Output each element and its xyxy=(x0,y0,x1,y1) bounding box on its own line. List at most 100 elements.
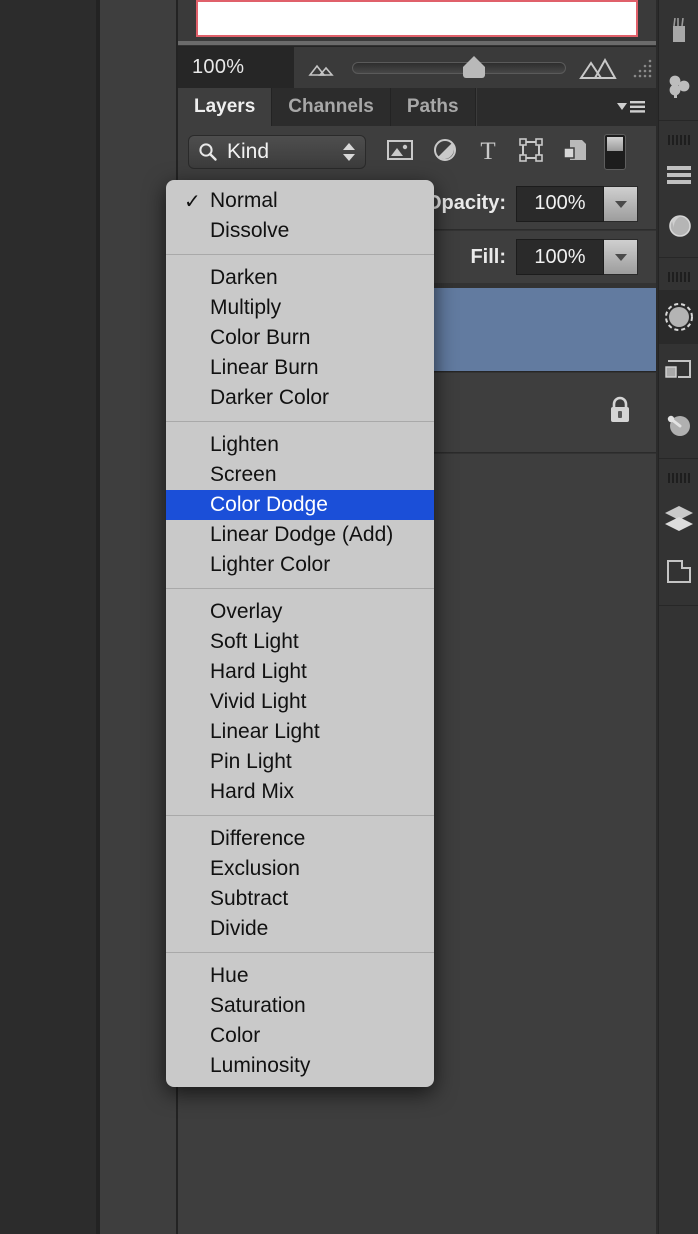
menu-item-label: Color Burn xyxy=(210,326,311,349)
filter-enable-toggle[interactable] xyxy=(604,134,626,170)
menu-item-label: Multiply xyxy=(210,296,282,319)
menu-item-darker-color[interactable]: Darker Color xyxy=(166,383,434,413)
search-icon xyxy=(199,143,217,161)
tab-layers[interactable]: Layers xyxy=(178,88,273,126)
menu-item-multiply[interactable]: Multiply xyxy=(166,293,434,323)
navigator-thumbnail[interactable] xyxy=(196,0,638,37)
menu-item-color[interactable]: Color xyxy=(166,1021,434,1051)
fill-label: Fill: xyxy=(470,245,506,268)
menu-item-luminosity[interactable]: Luminosity xyxy=(166,1051,434,1081)
navigator-zoom-bar: 100% xyxy=(178,46,656,88)
menu-item-label: Linear Dodge (Add) xyxy=(210,523,394,546)
menu-section-5: Hue Saturation Color Luminosity xyxy=(166,952,434,1081)
tab-channels[interactable]: Channels xyxy=(272,88,391,126)
menu-item-difference[interactable]: Difference xyxy=(166,824,434,854)
menu-item-soft-light[interactable]: Soft Light xyxy=(166,627,434,657)
masks-icon[interactable] xyxy=(659,290,698,344)
filter-pixel-layers-icon[interactable] xyxy=(386,138,414,167)
check-icon: ✓ xyxy=(184,190,201,213)
menu-item-label: Saturation xyxy=(210,994,306,1017)
brush-presets-icon[interactable] xyxy=(659,6,698,60)
filter-shape-layers-icon[interactable] xyxy=(518,137,544,168)
menu-item-color-dodge[interactable]: Color Dodge xyxy=(166,490,434,520)
lock-icon[interactable] xyxy=(606,394,634,431)
menu-section-3: Overlay Soft Light Hard Light Vivid Light Li… xyxy=(166,588,434,807)
zoom-slider-thumb[interactable] xyxy=(463,56,486,78)
menu-item-linear-dodge-add[interactable]: Linear Dodge (Add) xyxy=(166,520,434,550)
filter-adjustment-layers-icon[interactable] xyxy=(432,137,458,168)
menu-item-label: Linear Light xyxy=(210,720,320,743)
opacity-dropdown-button[interactable] xyxy=(604,185,638,222)
filter-kind-select[interactable]: Kind xyxy=(188,135,366,169)
clone-source-icon[interactable] xyxy=(659,60,698,114)
layers-stack-icon[interactable] xyxy=(659,491,698,545)
menu-item-label: Hue xyxy=(210,964,249,987)
document-canvas-area[interactable] xyxy=(0,0,96,1234)
properties-icon[interactable] xyxy=(659,344,698,398)
menu-item-dissolve[interactable]: Dissolve xyxy=(166,216,434,246)
menu-item-linear-burn[interactable]: Linear Burn xyxy=(166,353,434,383)
menu-item-screen[interactable]: Screen xyxy=(166,460,434,490)
menu-item-linear-light[interactable]: Linear Light xyxy=(166,717,434,747)
menu-item-vivid-light[interactable]: Vivid Light xyxy=(166,687,434,717)
history-icon[interactable] xyxy=(659,398,698,452)
zoom-slider-track xyxy=(352,61,566,74)
rail-group-3 xyxy=(659,258,698,459)
zoom-slider[interactable] xyxy=(352,47,566,88)
menu-item-exclusion[interactable]: Exclusion xyxy=(166,854,434,884)
fill-input[interactable]: 100% xyxy=(516,239,604,275)
filter-smart-object-icon[interactable] xyxy=(562,137,588,168)
grip-dots-icon[interactable] xyxy=(659,127,698,153)
menu-item-subtract[interactable]: Subtract xyxy=(166,884,434,914)
menu-item-saturation[interactable]: Saturation xyxy=(166,991,434,1021)
menu-item-darken[interactable]: Darken xyxy=(166,263,434,293)
menu-item-normal[interactable]: ✓ Normal xyxy=(166,186,434,216)
menu-item-divide[interactable]: Divide xyxy=(166,914,434,944)
grip-dots-icon-3[interactable] xyxy=(659,465,698,491)
menu-item-label: Subtract xyxy=(210,887,289,910)
menu-item-hue[interactable]: Hue xyxy=(166,961,434,991)
menu-item-label: Normal xyxy=(210,189,278,212)
filter-type-layers-icon[interactable]: T xyxy=(476,137,500,168)
menu-item-color-burn[interactable]: Color Burn xyxy=(166,323,434,353)
menu-item-label: Pin Light xyxy=(210,750,292,773)
layer-filter-row: Kind T xyxy=(178,126,656,178)
menu-item-label: Divide xyxy=(210,917,269,940)
photoshop-window: 100% Layers Channels Paths Kind T Opacit… xyxy=(0,0,698,1234)
menu-item-pin-light[interactable]: Pin Light xyxy=(166,747,434,777)
menu-item-lighter-color[interactable]: Lighter Color xyxy=(166,550,434,580)
panel-resize-grip[interactable] xyxy=(632,55,654,81)
svg-text:T: T xyxy=(480,138,495,163)
menu-section-2: Lighten Screen Color Dodge Linear Dodge (Ad… xyxy=(166,421,434,580)
menu-item-label: Overlay xyxy=(210,600,283,623)
menu-item-lighten[interactable]: Lighten xyxy=(166,430,434,460)
menu-item-label: Soft Light xyxy=(210,630,299,653)
grip-dots-icon-2[interactable] xyxy=(659,264,698,290)
menu-item-label: Hard Mix xyxy=(210,780,295,803)
menu-item-label: Screen xyxy=(210,463,277,486)
menu-item-overlay[interactable]: Overlay xyxy=(166,597,434,627)
zoom-out-icon[interactable] xyxy=(294,59,352,77)
panel-tab-bar: Layers Channels Paths xyxy=(178,88,656,126)
rail-group-4 xyxy=(659,459,698,606)
blend-mode-menu[interactable]: ✓ Normal Dissolve Darken Multiply Color Burn L… xyxy=(166,180,434,1087)
adjustments-icon[interactable] xyxy=(659,153,698,197)
collapsed-panel-column[interactable] xyxy=(100,0,176,1234)
menu-item-label: Hard Light xyxy=(210,660,307,683)
stepper-updown-icon[interactable] xyxy=(341,141,357,163)
styles-icon[interactable] xyxy=(659,197,698,251)
panel-menu-icon[interactable] xyxy=(616,98,646,116)
menu-item-label: Luminosity xyxy=(210,1054,311,1077)
menu-item-hard-mix[interactable]: Hard Mix xyxy=(166,777,434,807)
rail-group-2 xyxy=(659,121,698,258)
fill-dropdown-button[interactable] xyxy=(604,239,638,275)
zoom-in-icon[interactable] xyxy=(566,55,630,81)
menu-item-label: Lighten xyxy=(210,433,279,456)
tab-paths[interactable]: Paths xyxy=(390,88,476,126)
opacity-input[interactable]: 100% xyxy=(516,185,604,222)
filter-type-icons: T xyxy=(386,137,588,168)
menu-item-hard-light[interactable]: Hard Light xyxy=(166,657,434,687)
layer-comps-icon[interactable] xyxy=(659,545,698,599)
menu-section-4: Difference Exclusion Subtract Divide xyxy=(166,815,434,944)
zoom-level-field[interactable]: 100% xyxy=(178,47,294,88)
